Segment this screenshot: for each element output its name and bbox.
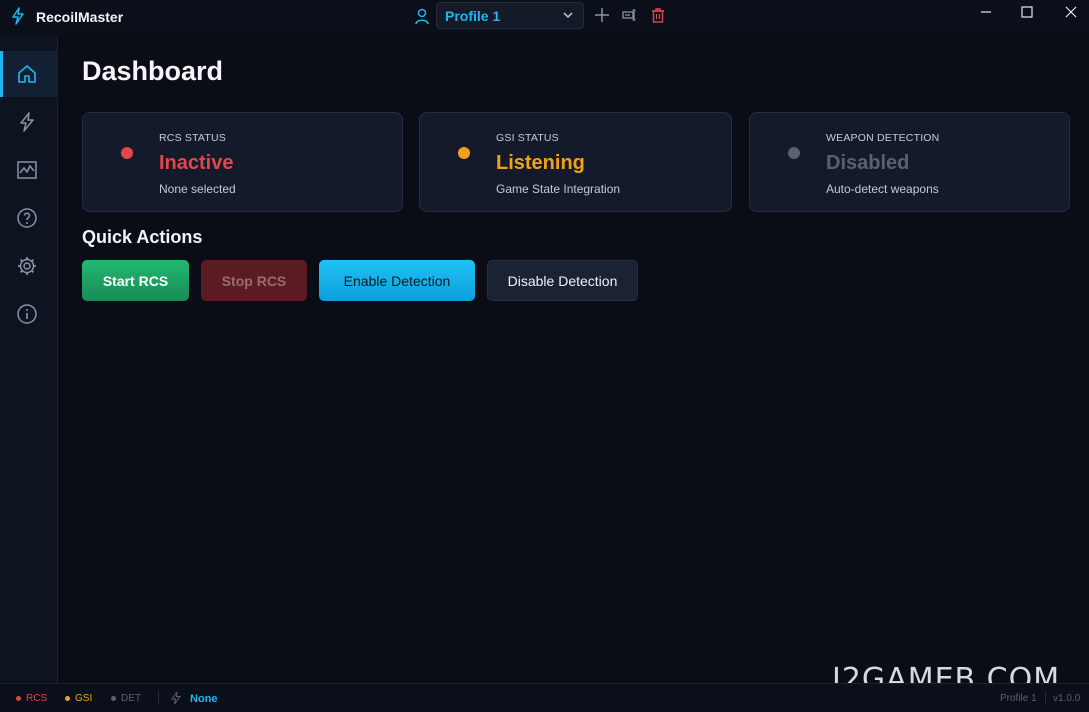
sidebar-item-help[interactable] [0,195,57,241]
status-dot [788,147,800,159]
card-subtitle: None selected [159,182,236,196]
home-icon [18,65,36,83]
delete-profile-icon[interactable] [650,7,666,23]
gsi-indicator-label: GSI [75,693,93,704]
rcs-indicator-label: RCS [26,693,48,704]
close-icon [1065,6,1077,18]
enable-detection-button[interactable]: Enable Detection [319,260,475,301]
version-label: v1.0.0 [1053,693,1081,704]
sidebar-item-about[interactable] [0,291,57,337]
status-separator [1045,691,1046,705]
card-label: GSI STATUS [496,132,559,144]
card-value: Inactive [159,152,234,174]
info-icon [17,304,37,324]
status-dot [458,147,470,159]
weapon-detection-card: WEAPON DETECTION Disabled Auto-detect we… [749,112,1070,212]
sidebar-item-stats[interactable] [0,147,57,193]
lightning-icon [20,112,34,132]
main-content: Dashboard RCS STATUS Inactive None selec… [58,36,1089,683]
minimize-icon [981,11,991,13]
gear-icon [18,257,36,275]
rcs-indicator: RCS [16,693,47,704]
card-subtitle: Game State Integration [496,182,621,196]
maximize-icon [1021,6,1033,18]
gsi-status-card: GSI STATUS Listening Game State Integrat… [419,112,732,212]
quick-actions-title: Quick Actions [82,227,203,247]
chart-icon [17,161,37,179]
start-rcs-button[interactable]: Start RCS [82,260,189,301]
maximize-button[interactable] [1009,0,1045,26]
help-icon [17,208,37,228]
gsi-dot [65,696,70,701]
chevron-down-icon [563,12,573,19]
sidebar [0,36,58,683]
current-weapon: None [190,693,218,705]
title-bar: RecoilMaster Profile 1 [0,0,1089,36]
sidebar-item-settings[interactable] [0,243,57,289]
status-dot [121,147,133,159]
sidebar-item-rcs[interactable] [0,99,57,145]
card-label: RCS STATUS [159,132,226,144]
page-title: Dashboard [82,56,224,86]
rcs-dot [16,696,21,701]
status-profile: Profile 1 [1000,693,1037,704]
user-icon [415,8,429,25]
card-value: Disabled [826,152,910,174]
disable-detection-button[interactable]: Disable Detection [487,260,638,301]
card-value: Listening [496,152,585,174]
stop-rcs-button[interactable]: Stop RCS [201,260,307,301]
card-label: WEAPON DETECTION [826,132,940,144]
gsi-indicator: GSI [65,693,92,704]
rcs-status-card: RCS STATUS Inactive None selected [82,112,403,212]
rename-profile-icon[interactable] [622,7,638,23]
profile-select[interactable]: Profile 1 [436,2,584,29]
card-subtitle: Auto-detect weapons [826,182,939,196]
add-profile-icon[interactable] [594,7,610,23]
status-bar: RCS GSI DET None Profile 1 v1.0.0 [0,683,1089,712]
app-title: RecoilMaster [36,9,124,25]
sidebar-item-dashboard[interactable] [0,51,57,97]
lightning-logo-icon [12,7,24,25]
det-indicator-label: DET [121,693,141,704]
status-separator [158,691,159,705]
minimize-button[interactable] [968,0,1004,26]
det-indicator: DET [111,693,141,704]
profile-select-value: Profile 1 [445,7,501,24]
close-button[interactable] [1053,0,1089,26]
det-dot [111,696,116,701]
lightning-icon [171,692,181,704]
